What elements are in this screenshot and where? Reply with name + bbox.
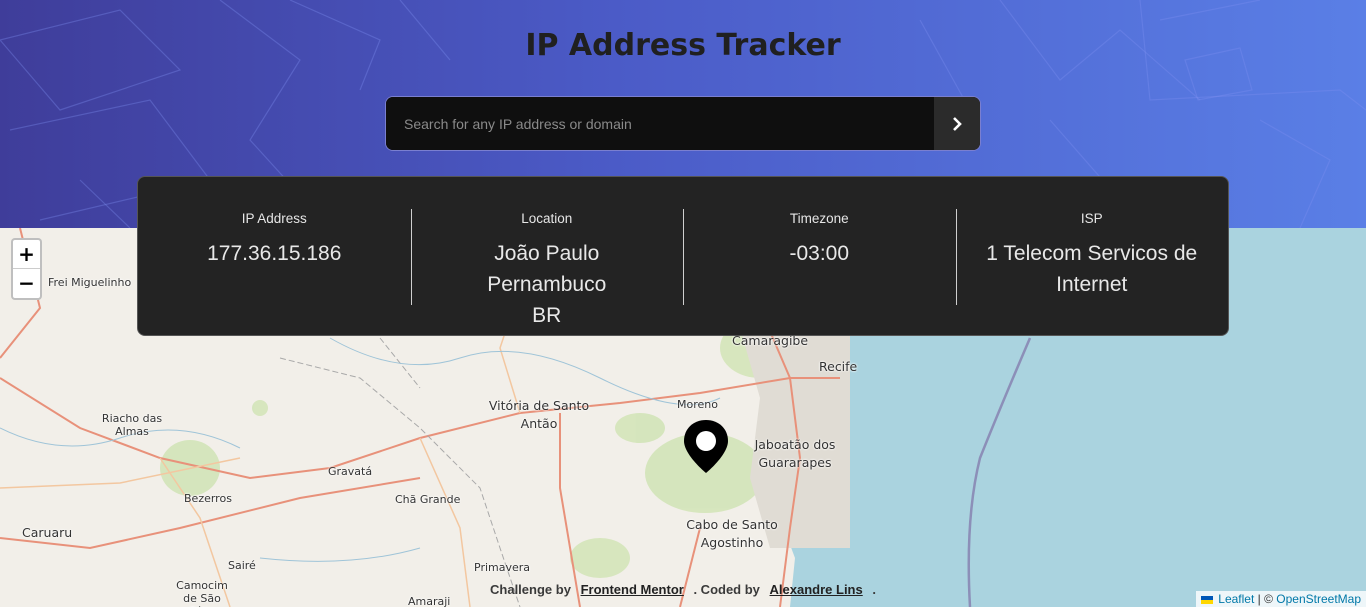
search-input[interactable] [386,97,934,150]
openstreetmap-link[interactable]: OpenStreetMap [1276,592,1361,606]
leaflet-link[interactable]: Leaflet [1218,592,1254,606]
info-timezone-value: -03:00 [789,242,850,265]
author-link[interactable]: Alexandre Lins [770,582,863,597]
info-location-value: João Paulo Pernambuco BR [487,242,607,327]
zoom-control: + − [11,238,42,300]
zoom-in-button[interactable]: + [13,240,40,269]
town-label: Vitória de Santo Antão [488,398,590,431]
town-label: Recife [819,359,858,374]
frontend-mentor-link[interactable]: Frontend Mentor [581,582,684,597]
info-location-label: Location [521,211,573,226]
location-pin-icon[interactable] [683,419,729,475]
info-isp-value: 1 Telecom Servicos de Internet [986,242,1198,296]
page-title: IP Address Tracker [525,28,841,63]
town-label: Caruaru [22,525,73,540]
zoom-out-button[interactable]: − [13,269,40,298]
attribution-separator: | © [1257,592,1273,606]
info-timezone-label: Timezone [789,211,849,226]
footer: Challenge by Frontend Mentor . Coded by … [0,582,1366,597]
town-label: Cabo de Santo Agostinho [686,517,778,550]
footer-coded-text: . Coded by [693,582,760,597]
info-timezone: Timezone -03:00 [683,209,956,305]
ukraine-flag-icon [1200,595,1213,604]
info-location: Location João Paulo Pernambuco BR [410,209,684,327]
footer-end: . [872,582,876,597]
town-label: Jaboatão dos Guararapes [754,437,836,470]
town-label: Riacho das Almas [101,412,163,438]
town-label: Moreno [677,398,718,411]
search-bar [385,96,981,151]
info-isp-label: ISP [1080,211,1103,226]
town-label: Gravatá [328,465,373,478]
search-submit-button[interactable] [934,97,980,150]
info-ip: IP Address 177.36.15.186 [138,209,411,303]
info-ip-label: IP Address [241,211,307,226]
info-panel: IP Address 177.36.15.186 Location João P… [137,176,1229,336]
map-attribution: Leaflet | © OpenStreetMap [1195,591,1366,607]
town-label: Sairé [228,559,256,572]
town-label: Frei Miguelinho [48,276,132,289]
town-label: Primavera [474,561,531,574]
info-isp: ISP 1 Telecom Servicos de Internet [955,209,1229,305]
chevron-right-icon [953,116,962,131]
town-label: Bezerros [184,492,232,505]
town-label: Chã Grande [395,493,461,506]
footer-challenge-text: Challenge by [490,582,571,597]
info-ip-value: 177.36.15.186 [207,242,342,265]
